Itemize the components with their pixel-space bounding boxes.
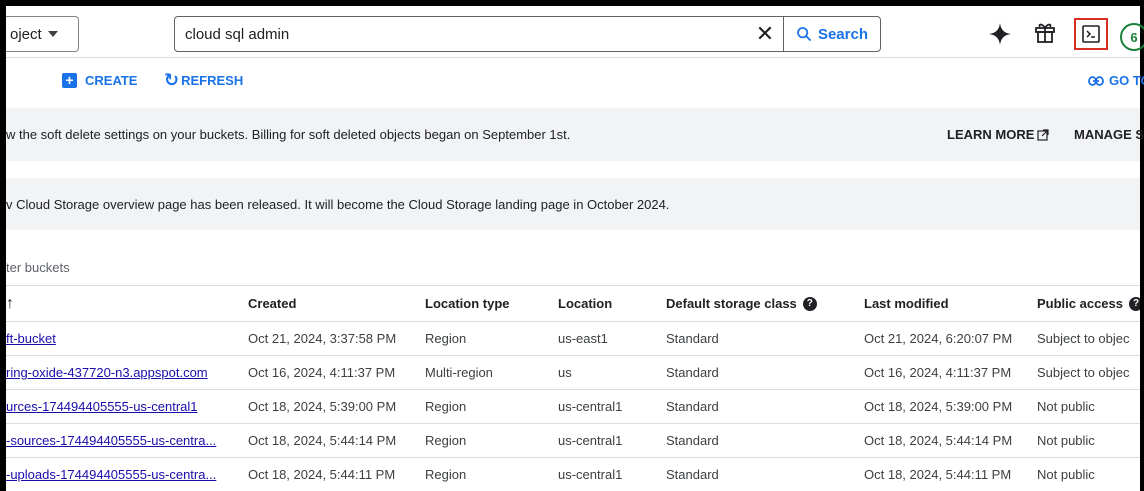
created-cell: Oct 21, 2024, 3:37:58 PM (248, 321, 425, 356)
plus-icon: + (62, 73, 77, 88)
location-cell: us-central1 (558, 389, 666, 424)
storage-class-cell: Standard (666, 321, 864, 356)
help-icon[interactable]: ? (802, 297, 817, 312)
storage-class-cell: Standard (666, 457, 864, 491)
location-type-cell: Region (425, 457, 558, 491)
refresh-button-label: REFRESH (181, 72, 244, 88)
bucket-name-cell: urces-174494405555-us-central1 (6, 389, 248, 424)
column-header-storage-class[interactable]: Default storage class? (666, 285, 864, 322)
public-access-cell: Not public (1037, 423, 1140, 458)
storage-class-cell: Standard (666, 389, 864, 424)
storage-class-cell: Standard (666, 423, 864, 458)
sort-arrow-up-icon: ↑ (6, 294, 14, 312)
close-icon[interactable]: ✕ (747, 17, 783, 51)
location-cell: us-east1 (558, 321, 666, 356)
column-header-last-modified[interactable]: Last modified (864, 285, 1037, 322)
project-selector[interactable]: oject (6, 16, 79, 52)
location-type-cell: Region (425, 423, 558, 458)
bucket-link[interactable]: urces-174494405555-us-central1 (6, 399, 198, 414)
table-header-row: ↑ Created Location type Location Default… (6, 285, 1140, 322)
create-button-label: CREATE (85, 73, 138, 88)
search-button-label: Search (817, 25, 868, 43)
manage-soft-delete-button[interactable]: MANAGE S (1074, 108, 1144, 161)
location-cell: us (558, 355, 666, 390)
refresh-icon: ↻ (164, 70, 180, 90)
column-header-location[interactable]: Location (558, 285, 666, 322)
bucket-link[interactable]: -sources-174494405555-us-centra... (6, 433, 216, 448)
help-icon[interactable]: ? (1129, 297, 1140, 312)
last-modified-cell: Oct 18, 2024, 5:39:00 PM (864, 389, 1037, 424)
search-button[interactable]: Search (782, 17, 880, 51)
location-cell: us-central1 (558, 423, 666, 458)
last-modified-cell: Oct 16, 2024, 4:11:37 PM (864, 355, 1037, 390)
refresh-button[interactable]: ↻ REFRESH (164, 71, 243, 89)
created-cell: Oct 16, 2024, 4:11:37 PM (248, 355, 425, 390)
top-bar: oject ✕ Search 6 (6, 6, 1144, 58)
column-header-public-access[interactable]: Public access? (1037, 285, 1140, 322)
column-header-location-label: Location (558, 296, 613, 311)
gift-icon[interactable] (1033, 20, 1057, 44)
bucket-link[interactable]: ft-bucket (6, 331, 56, 346)
cloud-shell-icon (1082, 25, 1100, 43)
column-header-name[interactable]: ↑ (6, 285, 248, 322)
location-type-cell: Region (425, 321, 558, 356)
gemini-sparkle-icon[interactable] (988, 22, 1012, 46)
go-to-button-label: GO TO (1109, 73, 1144, 88)
public-access-cell: Not public (1037, 457, 1140, 491)
table-row: ft-bucket Oct 21, 2024, 3:37:58 PM Regio… (6, 321, 1140, 356)
location-type-cell: Region (425, 389, 558, 424)
filter-buckets-input[interactable]: ter buckets (6, 260, 70, 275)
bucket-name-cell: ring-oxide-437720-n3.appspot.com (6, 355, 248, 390)
table-row: ring-oxide-437720-n3.appspot.com Oct 16,… (6, 355, 1140, 390)
notifications-badge[interactable]: 6 (1120, 23, 1144, 51)
column-header-location-type[interactable]: Location type (425, 285, 558, 322)
buckets-table: ↑ Created Location type Location Default… (6, 285, 1140, 491)
bucket-name-cell: -sources-174494405555-us-centra... (6, 423, 248, 458)
created-cell: Oct 18, 2024, 5:39:00 PM (248, 389, 425, 424)
column-header-public-access-label: Public access (1037, 295, 1123, 311)
cloud-shell-button[interactable] (1074, 18, 1108, 50)
created-cell: Oct 18, 2024, 5:44:11 PM (248, 457, 425, 491)
link-icon (1088, 75, 1104, 86)
public-access-cell: Not public (1037, 389, 1140, 424)
create-button[interactable]: + CREATE (62, 73, 137, 88)
last-modified-cell: Oct 21, 2024, 6:20:07 PM (864, 321, 1037, 356)
caret-down-icon (47, 31, 58, 37)
column-header-storage-class-label: Default storage class (666, 295, 797, 311)
project-selector-label: oject (10, 25, 42, 43)
location-type-cell: Multi-region (425, 355, 558, 390)
overview-banner-text: v Cloud Storage overview page has been r… (6, 196, 670, 212)
last-modified-cell: Oct 18, 2024, 5:44:11 PM (864, 457, 1037, 491)
learn-more-link[interactable]: LEARN MORE (947, 108, 1049, 161)
storage-class-cell: Standard (666, 355, 864, 390)
search-icon (797, 27, 811, 41)
external-link-icon (1037, 128, 1049, 141)
table-row: -uploads-174494405555-us-centra... Oct 1… (6, 457, 1140, 491)
bucket-link[interactable]: ring-oxide-437720-n3.appspot.com (6, 365, 208, 380)
search-input[interactable] (175, 17, 747, 51)
column-header-location-type-label: Location type (425, 296, 510, 311)
column-header-created-label: Created (248, 296, 297, 311)
bucket-link[interactable]: -uploads-174494405555-us-centra... (6, 467, 216, 482)
column-header-last-modified-label: Last modified (864, 296, 949, 311)
action-bar: + CREATE ↻ REFRESH GO TO (6, 58, 1144, 108)
public-access-cell: Subject to objec (1037, 355, 1140, 390)
go-to-button[interactable]: GO TO (1088, 73, 1144, 88)
bucket-name-cell: -uploads-174494405555-us-centra... (6, 457, 248, 491)
learn-more-label: LEARN MORE (947, 127, 1035, 142)
soft-delete-banner: w the soft delete settings on your bucke… (6, 108, 1144, 161)
table-row: -sources-174494405555-us-centra... Oct 1… (6, 423, 1140, 458)
column-header-created[interactable]: Created (248, 285, 425, 322)
location-cell: us-central1 (558, 457, 666, 491)
soft-delete-banner-text: w the soft delete settings on your bucke… (6, 127, 571, 142)
last-modified-cell: Oct 18, 2024, 5:44:14 PM (864, 423, 1037, 458)
bucket-name-cell: ft-bucket (6, 321, 248, 356)
public-access-cell: Subject to objec (1037, 321, 1140, 356)
created-cell: Oct 18, 2024, 5:44:14 PM (248, 423, 425, 458)
search-box: ✕ Search (174, 16, 881, 52)
overview-banner: v Cloud Storage overview page has been r… (6, 178, 1140, 230)
table-row: urces-174494405555-us-central1 Oct 18, 2… (6, 389, 1140, 424)
